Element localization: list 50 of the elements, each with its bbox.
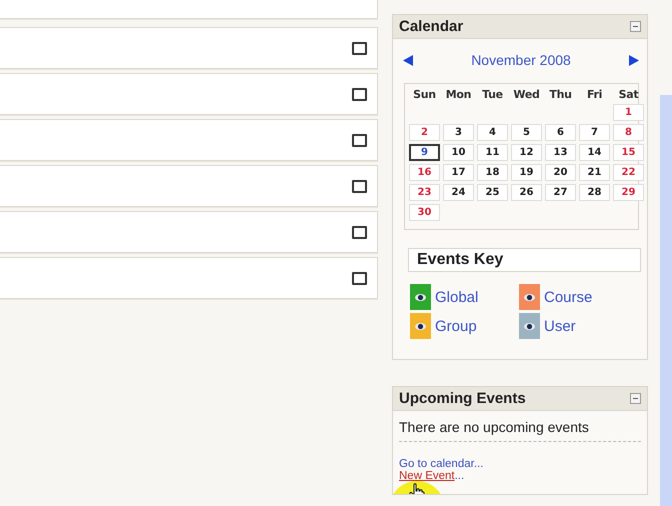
calendar-day[interactable]: 8 [613,124,644,141]
weekday-label: Tue [481,88,504,101]
weekday-label: Wed [512,88,541,101]
calendar-day[interactable]: 7 [579,124,610,141]
ellipsis-text: ... [454,470,464,482]
event-type-link[interactable]: Group [435,318,477,334]
event-type-link[interactable]: Global [435,288,478,306]
calendar-day[interactable]: 5 [511,124,542,141]
event-type-link[interactable]: Course [544,288,592,306]
calendar-day[interactable]: 20 [545,164,576,181]
calendar-day[interactable]: 14 [579,144,610,161]
calendar-day[interactable]: 29 [613,184,644,201]
calendar-day[interactable]: 3 [443,124,474,141]
calendar-day[interactable]: 6 [545,124,576,141]
calendar-day[interactable]: 11 [477,144,508,161]
calendar-day[interactable]: 1 [613,104,644,121]
calendar-day[interactable]: 16 [409,164,440,181]
calendar-day[interactable]: 23 [409,184,440,201]
calendar-day[interactable]: 22 [613,164,644,181]
events-key-title: Events Key [408,248,641,272]
weekday-label: Sun [412,88,437,101]
block-title: Upcoming Events [399,390,526,407]
calendar-day[interactable]: 12 [511,144,542,161]
calendar-day[interactable]: 21 [579,164,610,181]
no-events-message: There are no upcoming events [399,419,641,442]
event-type-link[interactable]: User [544,318,576,334]
calendar-day[interactable]: 17 [443,164,474,181]
weekday-label: Thu [548,88,573,101]
block-title: Calendar [399,18,464,35]
calendar-link[interactable]: New Event [399,470,455,482]
calendar-day[interactable]: 9 [409,144,440,161]
calendar-day[interactable]: 10 [443,144,474,161]
calendar-day[interactable]: 18 [477,164,508,181]
weekday-label: Fri [586,88,604,101]
calendar-day[interactable]: 30 [409,204,440,221]
calendar-day[interactable]: 4 [477,124,508,141]
calendar-link[interactable]: Go to calendar [399,458,474,470]
calendar-day[interactable]: 28 [579,184,610,201]
calendar-day[interactable]: 13 [545,144,576,161]
calendar-day[interactable]: 26 [511,184,542,201]
weekday-label: Sat [618,88,640,101]
month-title: November 2008 [471,52,571,68]
ellipsis-text: ... [474,458,484,470]
calendar-day[interactable]: 24 [443,184,474,201]
calendar-day[interactable]: 25 [477,184,508,201]
calendar-day[interactable]: 15 [613,144,644,161]
calendar-day[interactable]: 2 [409,124,440,141]
calendar-day[interactable]: 27 [545,184,576,201]
calendar-day[interactable]: 19 [511,164,542,181]
weekday-label: Mon [444,88,472,101]
